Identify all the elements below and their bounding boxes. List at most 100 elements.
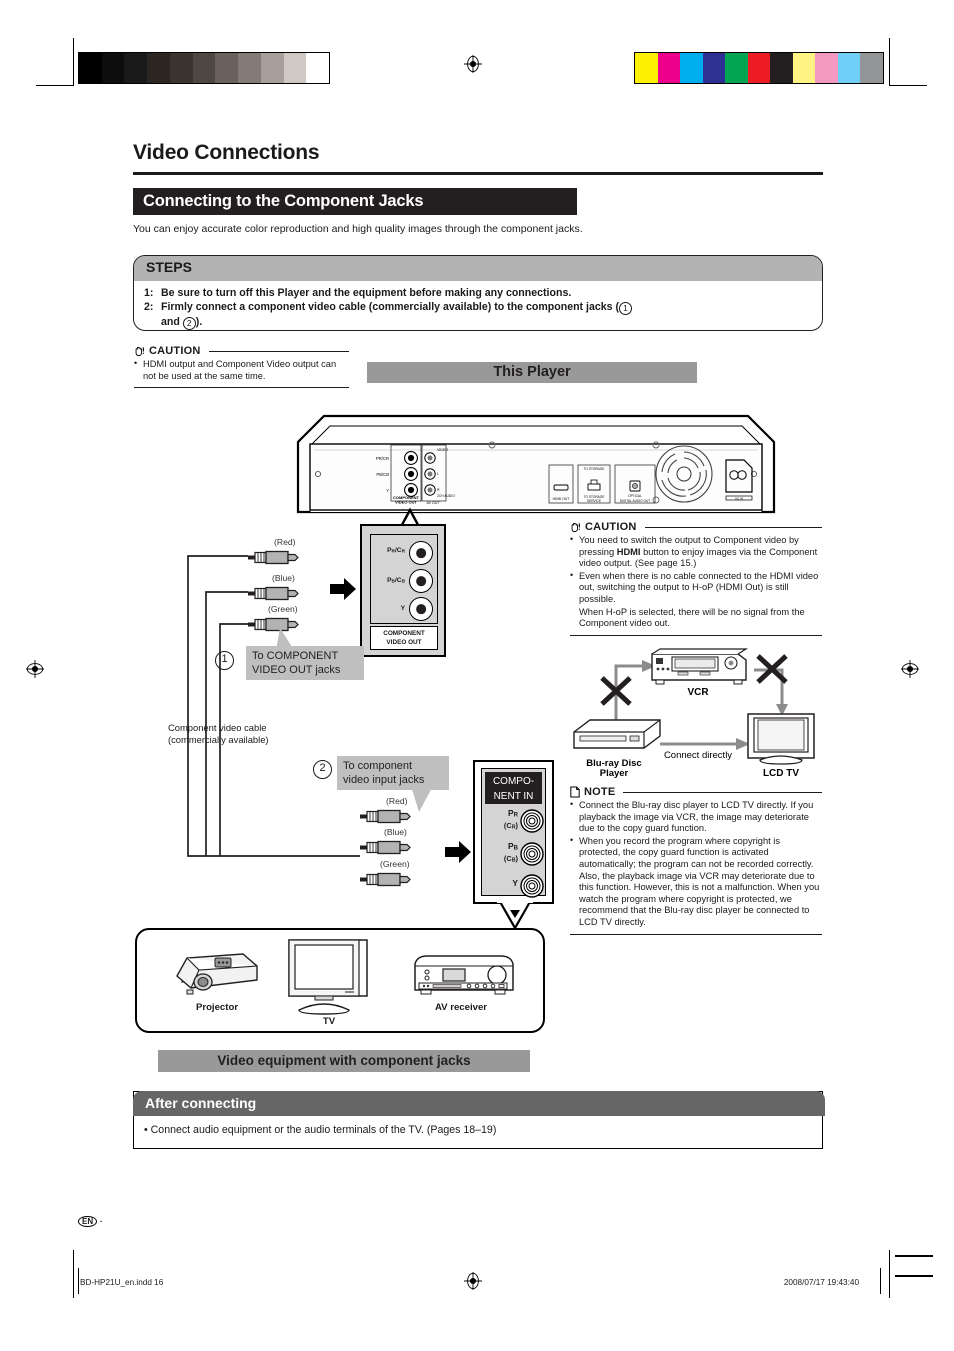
svg-text:AC IN: AC IN xyxy=(735,496,743,500)
plug-label-blue-bottom: (Blue) xyxy=(384,827,407,837)
note-right-rule xyxy=(623,791,822,793)
page-title: Video Connections xyxy=(133,141,320,164)
grayscale-swatch xyxy=(169,53,193,83)
hand-caution-icon xyxy=(135,346,144,356)
crop-mark-bottom-left-v xyxy=(73,1250,74,1298)
svg-text:PB/CB: PB/CB xyxy=(376,472,389,477)
in-jack-label-pr: PR (CR) xyxy=(486,809,518,832)
component-cable-routing xyxy=(187,555,360,857)
caution-right-end-rule xyxy=(570,634,822,636)
rca-plug-blue-bottom xyxy=(360,840,411,855)
svg-text:AV OUT: AV OUT xyxy=(426,501,440,505)
equipment-label-tv: TV xyxy=(322,1016,336,1027)
vcr-label: VCR xyxy=(687,687,709,698)
connect-directly-label: Connect directly xyxy=(664,750,732,761)
crop-mark-bottom-right-h1 xyxy=(895,1255,933,1257)
en-page-mark: EN - xyxy=(78,1216,103,1227)
steps-box: STEPS 1: Be sure to turn off this Player… xyxy=(133,255,823,331)
svg-text:VIDEO: VIDEO xyxy=(437,448,448,452)
caution-left-end-rule xyxy=(134,387,349,389)
grayscale-calibration-bar xyxy=(78,52,330,84)
section-lead-text: You can enjoy accurate color reproductio… xyxy=(133,223,583,235)
color-swatch xyxy=(770,53,793,83)
en-dash: - xyxy=(99,1216,103,1226)
step-1-text: Be sure to turn off this Player and the … xyxy=(161,287,572,299)
in-jack-label-pr-main: PR xyxy=(508,808,518,819)
cable-caption: Component video cable (commercially avai… xyxy=(168,722,269,746)
footer-timestamp: 2008/07/17 19:43:40 xyxy=(783,1278,859,1287)
component-in-header-line2: NENT IN xyxy=(493,791,534,802)
in-rca-jack-pb[interactable] xyxy=(520,842,544,866)
in-jack-label-pb: PB (CB) xyxy=(486,842,518,865)
grayscale-swatch xyxy=(238,53,261,83)
note-page-icon xyxy=(570,786,580,798)
caution-left-rule xyxy=(208,350,349,352)
svg-text:PR/CR: PR/CR xyxy=(376,456,389,461)
color-swatch xyxy=(635,53,658,83)
registration-mark-left xyxy=(26,660,44,678)
component-in-header-line1: COMPO- xyxy=(492,776,535,787)
footer-filename: BD-HP21U_en.indd 16 xyxy=(80,1278,164,1287)
svg-text:DIGITAL AUDIO OUT: DIGITAL AUDIO OUT xyxy=(620,499,651,503)
caution-right-label: CAUTION xyxy=(585,521,637,533)
caution-left-item-1: HDMI output and Component Video output c… xyxy=(134,358,349,382)
projector-icon xyxy=(176,953,258,995)
color-swatch xyxy=(860,53,884,83)
callout-step2-line2: video input jacks xyxy=(343,774,425,786)
player-rear-panel-illustration: PR/CR PB/CB Y COMPONENT VIDEO OUT VIDEO … xyxy=(296,414,776,514)
after-connecting-box: After connecting • Connect audio equipme… xyxy=(133,1091,825,1149)
crop-mark-top-left-h xyxy=(36,85,74,86)
crop-mark-top-right-h xyxy=(889,85,927,86)
registration-mark-right xyxy=(901,660,919,678)
step-ref-circle-1: 1 xyxy=(619,302,633,315)
grayscale-swatch xyxy=(124,53,148,83)
grayscale-swatch xyxy=(192,53,216,83)
cable-caption-line1: Component video cable xyxy=(168,722,267,733)
after-connecting-body: • Connect audio equipment or the audio t… xyxy=(144,1124,497,1136)
cable-caption-line2: (commercially available) xyxy=(168,734,269,745)
svg-text:VIDEO OUT: VIDEO OUT xyxy=(395,500,418,505)
steps-list: 1: Be sure to turn off this Player and t… xyxy=(144,286,814,330)
steps-heading-label: STEPS xyxy=(146,259,192,275)
svg-text:Y: Y xyxy=(386,488,389,493)
step-2-text-c: and xyxy=(161,316,180,328)
grayscale-swatch xyxy=(79,53,102,83)
step-item-1: 1: Be sure to turn off this Player and t… xyxy=(144,286,814,300)
plug-label-green-bottom: (Green) xyxy=(380,859,410,869)
plug-label-red-bottom: (Red) xyxy=(386,796,408,806)
grayscale-swatch xyxy=(260,53,284,83)
color-swatch xyxy=(792,53,816,83)
footer-rule-left xyxy=(78,1268,79,1294)
grayscale-swatch xyxy=(101,53,125,83)
svg-text:OPTICAL: OPTICAL xyxy=(628,494,642,498)
tv-icon xyxy=(288,939,368,1015)
component-in-panel-inner: COMPO- NENT IN PR (CR) PB (CB) Y xyxy=(481,768,546,898)
note-right-label: NOTE xyxy=(584,786,616,798)
hdmi-bold-word: HDMI xyxy=(616,546,641,557)
this-player-label: This Player xyxy=(493,364,571,380)
in-rca-jack-y[interactable] xyxy=(520,874,544,898)
after-connecting-heading: After connecting xyxy=(145,1095,257,1111)
color-swatch xyxy=(680,53,703,83)
crop-mark-top-right-v xyxy=(889,38,890,86)
rca-plug-green-bottom xyxy=(360,872,411,887)
caution-right-rule xyxy=(644,526,822,528)
caution-right-item-2: Even when there is no cable connected to… xyxy=(570,570,822,606)
rca-plug-red-bottom xyxy=(360,809,411,824)
caution-right-item-1: You need to switch the output to Compone… xyxy=(570,534,822,570)
caution-left-label: CAUTION xyxy=(149,345,201,357)
hand-caution-icon xyxy=(571,522,580,532)
caution-left-block: CAUTION HDMI output and Component Video … xyxy=(134,345,349,389)
title-divider xyxy=(133,172,823,175)
step-2-number: 2: xyxy=(144,301,154,313)
lcdtv-label: LCD TV xyxy=(763,768,799,779)
grayscale-swatch xyxy=(283,53,307,83)
note-right-end-rule xyxy=(570,933,822,935)
in-rca-jack-pr[interactable] xyxy=(520,809,544,833)
registration-mark-top xyxy=(464,55,482,73)
bluray-label-line2: Player xyxy=(600,768,629,779)
grayscale-swatch xyxy=(215,53,239,83)
caution-right-item-3: When H-oP is selected, there will be no … xyxy=(579,606,805,629)
svg-text:HDMI OUT: HDMI OUT xyxy=(553,497,570,501)
caution-right-block: CAUTION You need to switch the output to… xyxy=(570,521,822,636)
